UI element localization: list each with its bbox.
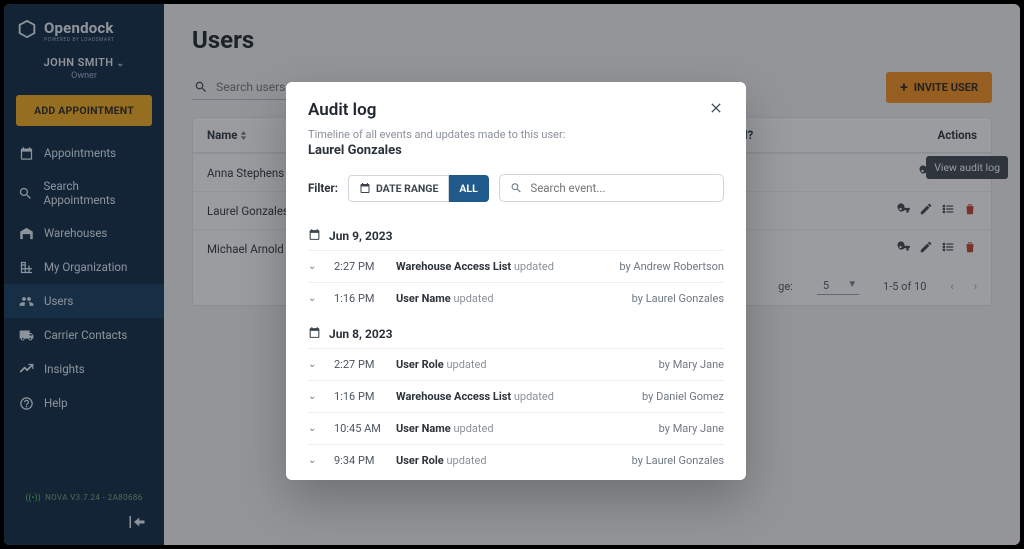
event-time: 10:45 AM (334, 422, 388, 435)
event-time: 1:16 PM (334, 390, 388, 403)
calendar-icon (359, 182, 371, 194)
event-by: by Andrew Robertson (619, 260, 724, 273)
modal-close-button[interactable] (708, 100, 724, 120)
event-by: by Laurel Gonzales (632, 454, 724, 467)
event-time: 1:16 PM (334, 292, 388, 305)
modal-search-input[interactable] (530, 181, 713, 195)
expand-event-button[interactable]: ⌄ (308, 261, 326, 272)
event-time: 2:27 PM (334, 358, 388, 371)
event-time: 9:34 PM (334, 454, 388, 467)
event-desc: Warehouse Access List updated (396, 390, 634, 403)
modal-desc: Timeline of all events and updates made … (286, 128, 746, 141)
filter-all-button[interactable]: ALL (449, 175, 488, 202)
expand-event-button[interactable]: ⌄ (308, 391, 326, 402)
modal-search[interactable] (499, 174, 724, 202)
event-desc: User Name updated (396, 292, 624, 305)
audit-event-row: ⌄ 2:27 PM Warehouse Access List updated by … (308, 250, 724, 282)
expand-event-button[interactable]: ⌄ (308, 455, 326, 466)
expand-event-button[interactable]: ⌄ (308, 359, 326, 370)
calendar-icon (308, 326, 321, 342)
audit-event-row: ⌄ 1:16 PM User Name updated by Laurel Gonza… (308, 282, 724, 314)
search-icon (510, 181, 523, 195)
filter-label: Filter: (308, 181, 338, 195)
modal-title: Audit log (308, 100, 376, 120)
audit-event-row: ⌄ 1:16 PM Warehouse Access List updated by … (308, 380, 724, 412)
event-by: by Laurel Gonzales (632, 292, 724, 305)
event-by: by Daniel Gomez (642, 390, 724, 403)
event-desc: Warehouse Access List updated (396, 260, 611, 273)
event-time: 2:27 PM (334, 260, 388, 273)
expand-event-button[interactable]: ⌄ (308, 423, 326, 434)
event-by: by Mary Jane (659, 358, 724, 371)
audit-event-row: ⌄ 10:45 AM User Name updated by Mary Jane (308, 412, 724, 444)
day-header: Jun 9, 2023 (308, 216, 724, 250)
day-header: Jun 8, 2023 (308, 314, 724, 348)
event-desc: User Name updated (396, 422, 651, 435)
event-by: by Mary Jane (659, 422, 724, 435)
modal-user: Laurel Gonzales (286, 141, 746, 170)
expand-event-button[interactable]: ⌄ (308, 293, 326, 304)
event-desc: User Role updated (396, 358, 651, 371)
filter-date-range-button[interactable]: DATE RANGE (348, 175, 449, 202)
calendar-icon (308, 228, 321, 244)
audit-event-row: ⌄ 9:34 PM User Role updated by Laurel Gonza… (308, 444, 724, 476)
event-desc: User Role updated (396, 454, 624, 467)
audit-event-row: ⌄ 2:27 PM User Role updated by Mary Jane (308, 348, 724, 380)
audit-log-modal: Audit log Timeline of all events and upd… (286, 82, 746, 480)
